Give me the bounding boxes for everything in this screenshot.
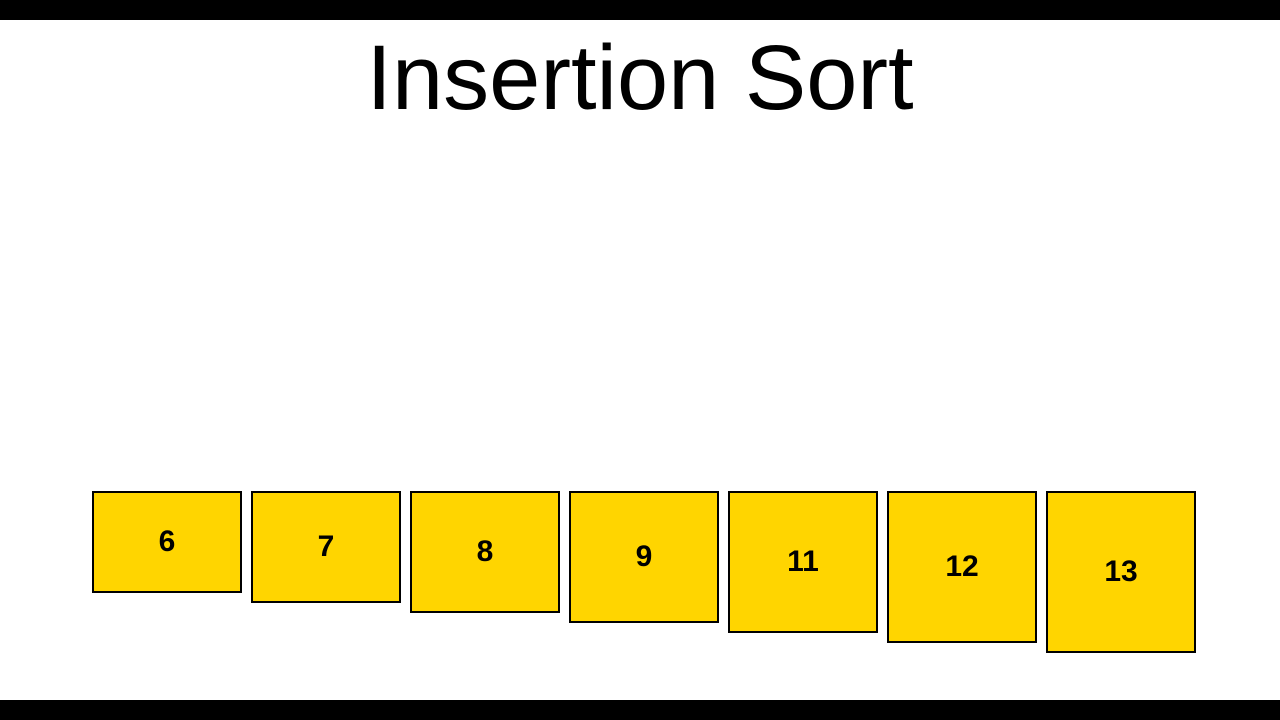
array-cell: 6 (92, 491, 242, 593)
array-cell: 9 (569, 491, 719, 623)
array-cell: 8 (410, 491, 560, 613)
slide-title: Insertion Sort (0, 26, 1280, 131)
slide-stage: Insertion Sort 6 7 8 9 11 12 13 (0, 20, 1280, 700)
array-cell: 12 (887, 491, 1037, 643)
array-cell-value: 13 (1104, 555, 1137, 589)
array-cell: 7 (251, 491, 401, 603)
array-cell-value: 8 (477, 535, 494, 569)
array-cell: 13 (1046, 491, 1196, 653)
array-cell-value: 12 (945, 550, 978, 584)
array-cell-value: 6 (159, 525, 176, 559)
array-cell-value: 11 (787, 545, 819, 579)
array-cell-value: 7 (318, 530, 335, 564)
array-cell-value: 9 (636, 540, 653, 574)
array-cell: 11 (728, 491, 878, 633)
